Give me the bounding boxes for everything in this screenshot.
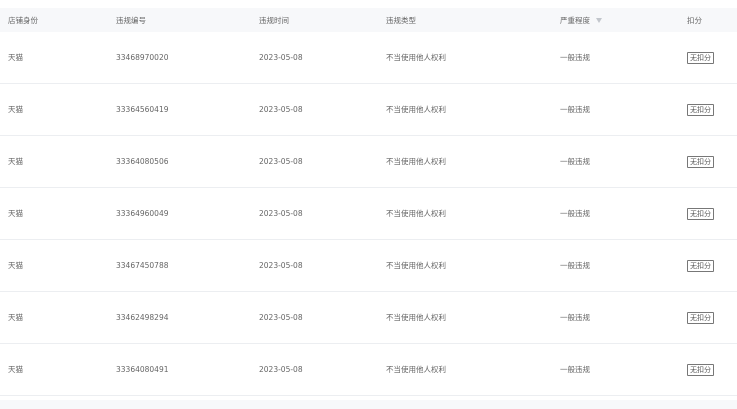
cell-violation-time: 2023-05-08 (259, 365, 303, 374)
cell-violation-id: 33468970020 (116, 53, 169, 62)
cell-violation-type: 不当使用他人权利 (386, 365, 446, 374)
cell-violation-time: 2023-05-08 (259, 209, 303, 218)
deduction-badge: 无扣分 (687, 207, 714, 220)
table-row: 天猫 33462498294 2023-05-08 不当使用他人权利 一般违规 … (0, 292, 737, 344)
column-header-violation-type: 违规类型 (386, 15, 416, 25)
cell-violation-type: 不当使用他人权利 (386, 261, 446, 270)
table-row: 天猫 33364560419 2023-05-08 不当使用他人权利 一般违规 … (0, 84, 737, 136)
deduction-badge: 无扣分 (687, 259, 714, 272)
cell-severity: 一般违规 (560, 313, 590, 322)
cell-violation-time: 2023-05-08 (259, 157, 303, 166)
column-header-violation-id: 违规编号 (116, 15, 146, 25)
cell-shop: 天猫 (8, 365, 23, 374)
table-row: 天猫 33467450788 2023-05-08 不当使用他人权利 一般违规 … (0, 240, 737, 292)
table-row: 天猫 33364080506 2023-05-08 不当使用他人权利 一般违规 … (0, 136, 737, 188)
cell-deduction: 无扣分 (687, 311, 714, 324)
cell-violation-type: 不当使用他人权利 (386, 53, 446, 62)
table-row: 天猫 33364960049 2023-05-08 不当使用他人权利 一般违规 … (0, 188, 737, 240)
cell-violation-id: 33364960049 (116, 209, 169, 218)
cell-violation-type: 不当使用他人权利 (386, 313, 446, 322)
cell-violation-time: 2023-05-08 (259, 261, 303, 270)
column-header-shop-identity: 店铺身份 (8, 15, 38, 25)
cell-violation-type: 不当使用他人权利 (386, 105, 446, 114)
cell-violation-time: 2023-05-08 (259, 313, 303, 322)
cell-deduction: 无扣分 (687, 103, 714, 116)
cell-violation-time: 2023-05-08 (259, 53, 303, 62)
cell-violation-id: 33364560419 (116, 105, 169, 114)
cell-severity: 一般违规 (560, 105, 590, 114)
cell-shop: 天猫 (8, 261, 23, 270)
deduction-badge: 无扣分 (687, 363, 714, 376)
cell-deduction: 无扣分 (687, 363, 714, 376)
table-header: 店铺身份 违规编号 违规时间 违规类型 严重程度 扣分 (0, 8, 737, 32)
cell-violation-id: 33364080506 (116, 157, 169, 166)
deduction-badge: 无扣分 (687, 311, 714, 324)
cell-severity: 一般违规 (560, 261, 590, 270)
cell-severity: 一般违规 (560, 365, 590, 374)
cell-severity: 一般违规 (560, 157, 590, 166)
cell-violation-time: 2023-05-08 (259, 105, 303, 114)
cell-severity: 一般违规 (560, 53, 590, 62)
cell-violation-id: 33462498294 (116, 313, 169, 322)
cell-deduction: 无扣分 (687, 259, 714, 272)
cell-severity: 一般违规 (560, 209, 590, 218)
cell-deduction: 无扣分 (687, 51, 714, 64)
deduction-badge: 无扣分 (687, 103, 714, 116)
cell-deduction: 无扣分 (687, 155, 714, 168)
cell-shop: 天猫 (8, 105, 23, 114)
deduction-badge: 无扣分 (687, 155, 714, 168)
violation-table: 店铺身份 违规编号 违规时间 违规类型 严重程度 扣分 天猫 334689700… (0, 8, 737, 409)
table-footer-strip (0, 400, 737, 409)
cell-shop: 天猫 (8, 209, 23, 218)
deduction-badge: 无扣分 (687, 51, 714, 64)
column-header-severity-label: 严重程度 (560, 15, 590, 25)
cell-shop: 天猫 (8, 53, 23, 62)
cell-shop: 天猫 (8, 313, 23, 322)
column-header-severity: 严重程度 (560, 15, 602, 26)
cell-shop: 天猫 (8, 157, 23, 166)
table-row: 天猫 33364080491 2023-05-08 不当使用他人权利 一般违规 … (0, 344, 737, 396)
filter-icon[interactable] (596, 18, 602, 23)
column-header-violation-time: 违规时间 (259, 15, 289, 25)
column-header-deduction: 扣分 (687, 15, 702, 25)
cell-violation-type: 不当使用他人权利 (386, 157, 446, 166)
cell-violation-id: 33364080491 (116, 365, 169, 374)
cell-violation-id: 33467450788 (116, 261, 169, 270)
cell-deduction: 无扣分 (687, 207, 714, 220)
cell-violation-type: 不当使用他人权利 (386, 209, 446, 218)
table-row: 天猫 33468970020 2023-05-08 不当使用他人权利 一般违规 … (0, 32, 737, 84)
